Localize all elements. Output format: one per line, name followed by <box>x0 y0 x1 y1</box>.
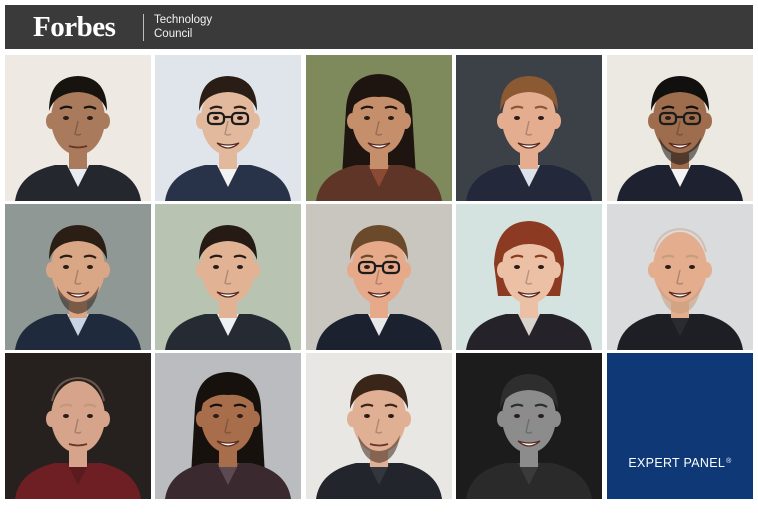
member-photo <box>5 204 151 350</box>
registered-mark: ® <box>726 458 732 465</box>
expert-panel-badge: EXPERT PANEL® <box>607 353 753 499</box>
member-photo <box>607 55 753 201</box>
expert-panel-grid: EXPERT PANEL® <box>5 55 753 499</box>
member-photo <box>306 353 452 499</box>
header-divider <box>143 14 144 41</box>
member-photo <box>456 353 602 499</box>
member-photo <box>306 204 452 350</box>
forbes-header-bar: Forbes Technology Council <box>5 5 753 49</box>
member-photo <box>456 55 602 201</box>
member-photo <box>607 204 753 350</box>
technology-council-label: Technology Council <box>154 14 212 41</box>
member-photo <box>306 55 452 201</box>
member-photo <box>456 204 602 350</box>
member-photo <box>5 353 151 499</box>
expert-panel-label: EXPERT PANEL® <box>607 456 753 470</box>
council-line-1: Technology <box>154 14 213 26</box>
expert-panel-text: EXPERT PANEL <box>628 456 726 470</box>
forbes-logo[interactable]: Forbes <box>33 11 116 43</box>
council-line-2: Council <box>154 27 193 40</box>
member-photo <box>155 353 301 499</box>
member-photo <box>155 204 301 350</box>
member-photo <box>5 55 151 201</box>
member-photo <box>155 55 301 201</box>
